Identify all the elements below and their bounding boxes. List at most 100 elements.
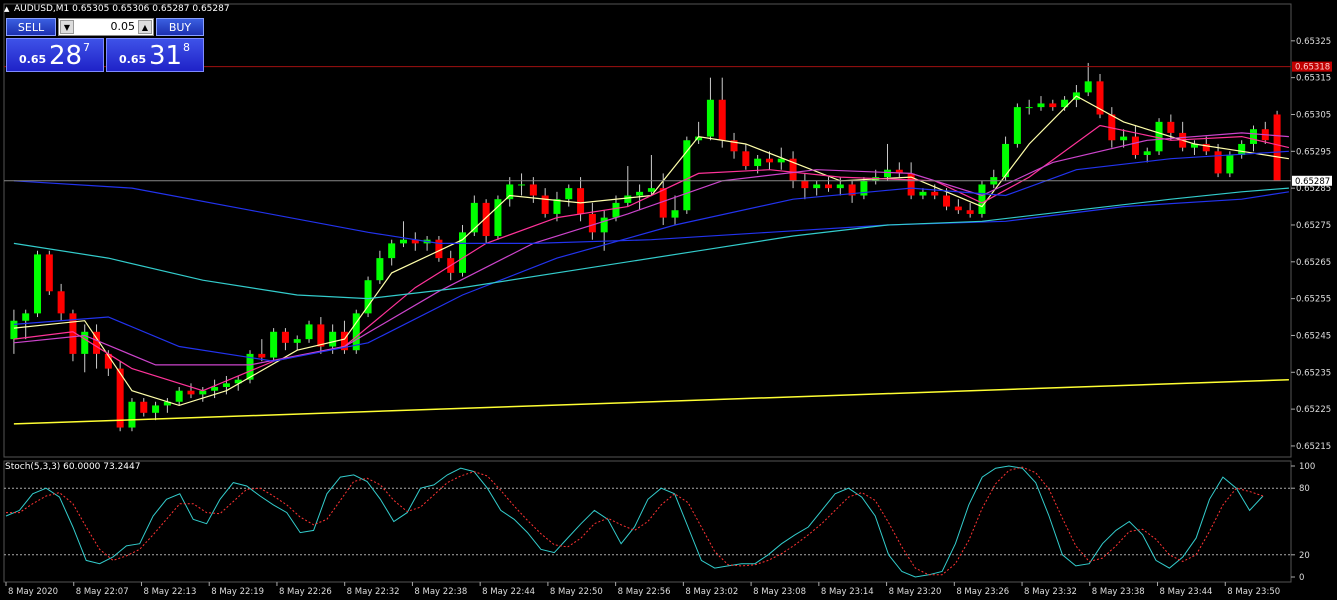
stoch-tick-label: 20 (1299, 551, 1310, 561)
candle-body (376, 258, 384, 281)
candle-body (34, 254, 42, 314)
candle-body (706, 99, 714, 137)
candle-body (187, 390, 195, 395)
candle-body (10, 320, 18, 340)
candle-body (1226, 155, 1234, 174)
candle-body (754, 158, 762, 167)
candle-body (943, 195, 951, 207)
candle-body (801, 180, 809, 189)
candle-body (1037, 103, 1045, 108)
candle-body (1025, 107, 1033, 109)
candle-body (588, 213, 596, 233)
candle-body (317, 324, 325, 347)
candle-body (765, 158, 773, 163)
candle-body (647, 188, 655, 192)
chart-area[interactable]: 0.653250.653150.653050.652950.652850.652… (0, 0, 1337, 600)
candle-body (600, 217, 608, 233)
time-tick-label: 8 May 22:07 (76, 587, 129, 597)
candle-body (388, 243, 396, 259)
candle-body (931, 191, 939, 196)
moving-averages (13, 95, 1290, 425)
candle-body (152, 405, 160, 413)
candle-body (281, 331, 289, 343)
ma-yellow-line (13, 95, 1289, 407)
price-tick-label: 0.65255 (1296, 295, 1331, 305)
buy-quote-fraction: 8 (183, 41, 190, 54)
candle-body (211, 387, 219, 391)
candle-body (293, 339, 301, 343)
candle-body (813, 184, 821, 189)
price-tick-label: 0.65215 (1296, 442, 1331, 452)
price-tick-label: 0.65225 (1296, 405, 1331, 415)
candle-body (222, 383, 230, 388)
sell-quote-button[interactable]: 0.65 28 7 (6, 38, 104, 72)
candle-body (175, 390, 183, 402)
lot-increase-icon[interactable]: ▲ (138, 20, 152, 34)
time-tick-label: 8 May 22:56 (618, 587, 671, 597)
time-tick-label: 8 May 23:50 (1227, 587, 1280, 597)
candle-body (671, 210, 679, 218)
time-tick-label: 8 May 23:26 (956, 587, 1009, 597)
candle-body (22, 313, 30, 321)
lot-size-value[interactable]: 0.05 (111, 20, 136, 33)
buy-button[interactable]: BUY (156, 18, 204, 36)
candle-body (824, 184, 832, 189)
buy-quote-prefix: 0.65 (119, 53, 147, 66)
stochastic-title: Stoch(5,3,3) 60.0000 73.2447 (5, 462, 141, 472)
stoch-panel-border (3, 460, 1292, 583)
candle-body (1155, 121, 1163, 152)
time-tick-label: 8 May 22:32 (347, 587, 400, 597)
candle-body (553, 199, 561, 214)
time-tick-label: 8 May 23:32 (1024, 587, 1077, 597)
time-tick-label: 8 May 22:13 (143, 587, 196, 597)
candle-body (329, 331, 337, 347)
time-tick-label: 8 May 22:19 (211, 587, 264, 597)
price-tick-label: 0.65245 (1296, 331, 1331, 341)
time-tick-label: 8 May 22:26 (279, 587, 332, 597)
price-tick-label: 0.65305 (1296, 110, 1331, 120)
candle-body (565, 188, 573, 200)
time-tick-label: 8 May 23:20 (889, 587, 942, 597)
candle-body (364, 280, 372, 314)
price-tick-label: 0.65275 (1296, 221, 1331, 231)
time-tick-label: 8 May 23:44 (1160, 587, 1213, 597)
stoch-main-line (5, 465, 1264, 578)
price-tick-label: 0.65265 (1296, 258, 1331, 268)
ma-cyan-line (13, 187, 1289, 300)
lot-size-field[interactable]: ▼ 0.05 ▲ (58, 18, 154, 36)
candle-body (270, 331, 278, 358)
candle-body (919, 191, 927, 196)
candle-body (624, 195, 632, 203)
candle-body (966, 210, 974, 214)
candle-body (1013, 107, 1021, 144)
candle-body (636, 191, 644, 196)
buy-quote-button[interactable]: 0.65 31 8 (106, 38, 204, 72)
time-tick-label: 8 May 22:38 (414, 587, 467, 597)
candle-body (57, 291, 65, 314)
candle-body (529, 184, 537, 196)
candle-body (577, 188, 585, 214)
lot-decrease-icon[interactable]: ▼ (60, 20, 74, 34)
time-tick-label: 8 May 2020 (8, 587, 58, 597)
buy-quote-pips: 31 (149, 41, 183, 71)
time-tick-label: 8 May 23:14 (821, 587, 874, 597)
candle-body (954, 206, 962, 211)
time-tick-label: 8 May 23:08 (753, 587, 806, 597)
candle-body (399, 239, 407, 244)
price-tick-label: 0.65235 (1296, 368, 1331, 378)
time-tick-label: 8 May 22:44 (482, 587, 535, 597)
candle-body (612, 202, 620, 218)
sell-button[interactable]: SELL (6, 18, 56, 36)
sell-quote-fraction: 7 (83, 41, 90, 54)
stochastic-panel: 100 80 20 0 (4, 462, 1315, 583)
one-click-trading-panel[interactable]: SELL ▼ 0.05 ▲ BUY 0.65 28 7 0.65 31 8 (6, 18, 204, 72)
triangle-up-icon[interactable]: ▲ (4, 5, 9, 13)
sell-quote-prefix: 0.65 (19, 53, 47, 66)
candle-body (541, 195, 549, 214)
trendline-line (13, 378, 1289, 425)
candle-body (978, 184, 986, 214)
symbol-header: AUDUSD,M1 0.65305 0.65306 0.65287 0.6528… (14, 4, 230, 14)
candlestick-series (10, 62, 1281, 432)
candle-body (884, 169, 892, 178)
candle-body (1273, 114, 1281, 181)
